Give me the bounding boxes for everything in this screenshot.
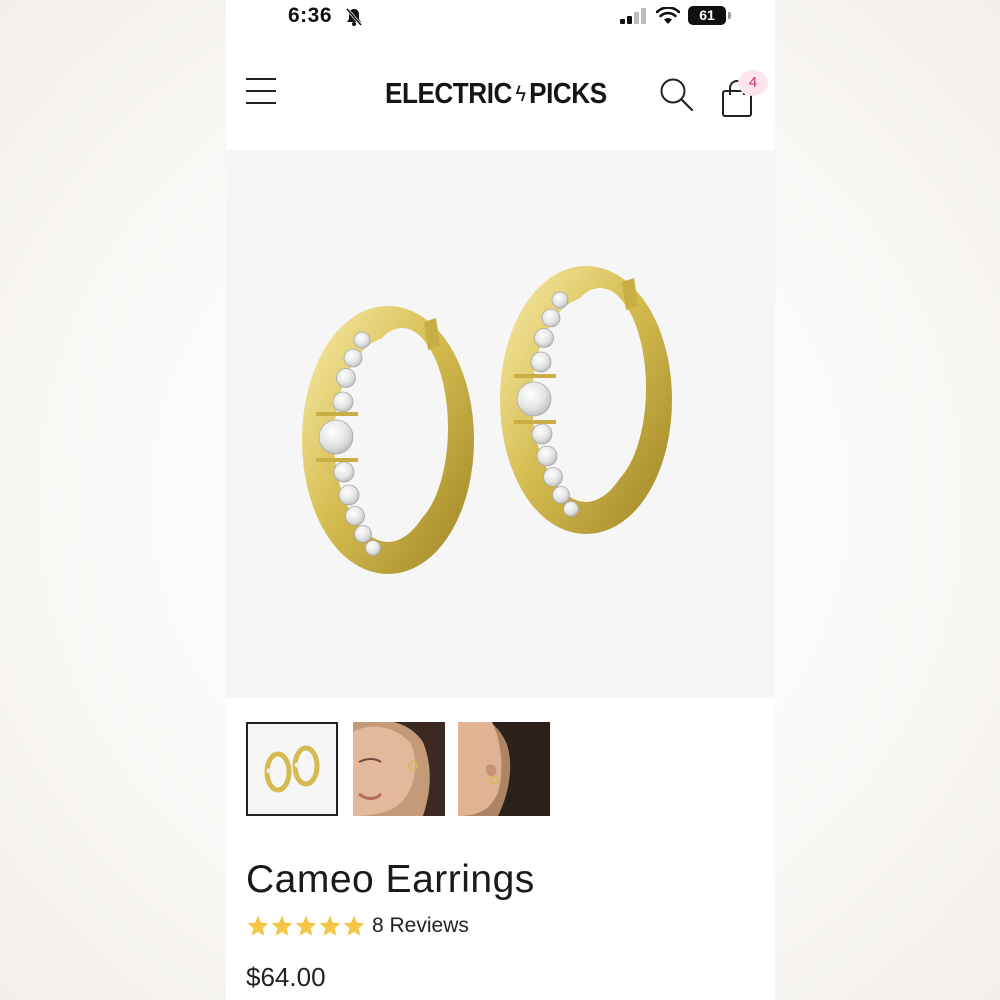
app-header: ELECTRIC ϟ PICKS 4 xyxy=(226,40,775,150)
product-price: $64.00 xyxy=(246,962,326,992)
cart-count-badge: 4 xyxy=(738,70,768,96)
search-icon[interactable] xyxy=(659,77,695,113)
brand-name-left: ELECTRIC xyxy=(385,78,512,110)
battery-level: 61 xyxy=(699,7,715,23)
status-bar: 6:36 61 xyxy=(226,0,775,40)
brand-name-right: PICKS xyxy=(529,78,607,110)
star-icon xyxy=(271,915,293,936)
bell-muted-icon xyxy=(345,8,363,26)
product-main-image[interactable] xyxy=(226,150,775,698)
right-earring xyxy=(500,266,672,534)
thumbnail-model-front[interactable] xyxy=(353,722,445,816)
bolt-icon: ϟ xyxy=(515,81,526,106)
signal-icon xyxy=(620,8,646,24)
product-title: Cameo Earrings xyxy=(246,858,535,901)
earrings-image xyxy=(302,266,672,574)
wifi-icon xyxy=(656,7,680,24)
star-icon xyxy=(247,915,269,936)
left-earring xyxy=(302,306,474,574)
star-icon xyxy=(319,915,341,936)
star-rating xyxy=(246,914,366,943)
battery-icon: 61 xyxy=(688,6,726,25)
phone-screen: 6:36 61 ELECTRIC ϟ PICKS 4 Cameo Earring… xyxy=(226,0,775,1000)
reviews-link[interactable]: 8 Reviews xyxy=(372,914,469,938)
menu-icon[interactable] xyxy=(246,78,276,108)
star-icon xyxy=(343,915,365,936)
star-icon xyxy=(295,915,317,936)
status-time: 6:36 xyxy=(288,4,333,27)
brand-logo[interactable]: ELECTRIC ϟ PICKS xyxy=(385,78,607,111)
thumbnail-model-side[interactable] xyxy=(458,722,550,816)
thumbnail-earrings[interactable] xyxy=(246,722,338,816)
battery-tip xyxy=(728,12,731,19)
